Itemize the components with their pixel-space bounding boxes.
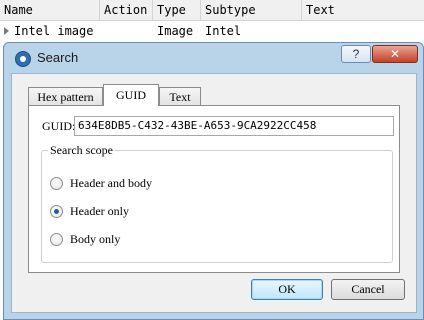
column-header-type[interactable]: Type: [153, 0, 201, 21]
app-icon: [15, 51, 31, 67]
table-row[interactable]: Intel image Image Intel: [0, 21, 424, 41]
dialog-titlebar[interactable]: Search ? ✕: [4, 43, 423, 73]
tab-text[interactable]: Text: [159, 87, 201, 106]
column-header-text[interactable]: Text: [302, 0, 424, 21]
column-header-action[interactable]: Action: [100, 0, 153, 21]
row-type: Image: [157, 24, 194, 38]
tab-hex-pattern[interactable]: Hex pattern: [28, 87, 103, 106]
search-dialog: Search ? ✕ Hex pattern GUID Text GUID: 6…: [3, 42, 424, 320]
dialog-title: Search: [37, 50, 79, 65]
cancel-button[interactable]: Cancel: [331, 279, 405, 300]
ok-button[interactable]: OK: [251, 279, 323, 300]
search-scope-group: Search scope Header and body Header only…: [41, 143, 393, 263]
close-icon: ✕: [389, 47, 401, 61]
radio-label-header-only: Header only: [70, 203, 129, 218]
radio-label-body-only: Body only: [70, 231, 121, 246]
tab-guid[interactable]: GUID: [103, 84, 159, 106]
guid-tab-panel: GUID: 634E8DB5-C432-43BE-A653-9CA2922CC4…: [28, 105, 400, 273]
radio-body-only[interactable]: Body only: [50, 231, 120, 247]
table-header: Name Action Type Subtype Text: [0, 0, 424, 21]
row-subtype: Intel: [205, 24, 242, 38]
column-header-name[interactable]: Name: [0, 0, 100, 21]
expand-arrow-icon[interactable]: [4, 27, 9, 35]
row-action: [104, 21, 153, 41]
radio-button-selected-icon[interactable]: [50, 204, 63, 218]
search-scope-title: Search scope: [48, 143, 115, 158]
row-text: [306, 21, 424, 41]
guid-label: GUID:: [42, 119, 76, 133]
help-button[interactable]: ?: [341, 45, 371, 63]
column-header-subtype[interactable]: Subtype: [201, 0, 302, 21]
radio-header-only[interactable]: Header only: [50, 203, 129, 219]
guid-input[interactable]: 634E8DB5-C432-43BE-A653-9CA2922CC458: [74, 116, 394, 136]
radio-button-icon[interactable]: [50, 176, 63, 190]
row-name: Intel image: [14, 24, 94, 38]
radio-header-and-body[interactable]: Header and body: [50, 175, 152, 191]
radio-label-header-and-body: Header and body: [70, 175, 152, 190]
close-button[interactable]: ✕: [372, 45, 418, 63]
radio-button-icon[interactable]: [50, 232, 63, 246]
